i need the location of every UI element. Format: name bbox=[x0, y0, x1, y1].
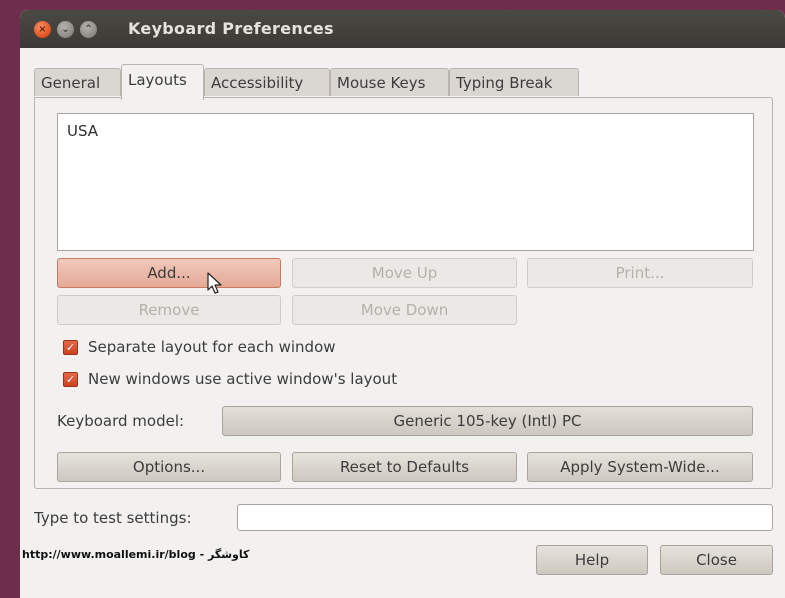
tab-accessibility[interactable]: Accessibility bbox=[204, 68, 330, 96]
layouts-panel: USA Add... Move Up Print... Remove Move … bbox=[34, 97, 773, 489]
mouse-pointer-icon bbox=[207, 272, 222, 294]
reset-to-defaults-button[interactable]: Reset to Defaults bbox=[292, 452, 517, 482]
separate-layout-option[interactable]: ✓ Separate layout for each window bbox=[63, 338, 336, 356]
add-button[interactable]: Add... bbox=[57, 258, 281, 288]
apply-system-wide-button[interactable]: Apply System-Wide... bbox=[527, 452, 753, 482]
tab-layouts[interactable]: Layouts bbox=[121, 64, 204, 100]
tab-mouse-keys[interactable]: Mouse Keys bbox=[330, 68, 449, 96]
help-button[interactable]: Help bbox=[536, 545, 648, 575]
remove-button[interactable]: Remove bbox=[57, 295, 281, 325]
keyboard-model-selector[interactable]: Generic 105-key (Intl) PC bbox=[222, 406, 753, 436]
test-settings-input[interactable] bbox=[237, 504, 773, 531]
minimize-window-button[interactable]: ⌄ bbox=[57, 21, 74, 38]
new-windows-layout-option[interactable]: ✓ New windows use active window's layout bbox=[63, 370, 397, 388]
maximize-window-button[interactable]: ⌃ bbox=[80, 21, 97, 38]
print-button[interactable]: Print... bbox=[527, 258, 753, 288]
separate-layout-label: Separate layout for each window bbox=[88, 338, 336, 356]
new-windows-layout-checkbox[interactable]: ✓ bbox=[63, 371, 78, 387]
window-title: Keyboard Preferences bbox=[128, 19, 334, 38]
keyboard-model-label: Keyboard model: bbox=[57, 412, 185, 430]
close-window-button[interactable]: × bbox=[34, 21, 51, 38]
watermark-text: http://www.moallemi.ir/blog - کاوشگر bbox=[22, 548, 250, 561]
close-button[interactable]: Close bbox=[660, 545, 773, 575]
options-button[interactable]: Options... bbox=[57, 452, 281, 482]
tab-typing-break[interactable]: Typing Break bbox=[449, 68, 579, 96]
test-settings-label: Type to test settings: bbox=[34, 509, 192, 527]
layouts-list[interactable]: USA bbox=[57, 113, 754, 251]
list-item[interactable]: USA bbox=[67, 122, 98, 140]
move-down-button[interactable]: Move Down bbox=[292, 295, 517, 325]
move-up-button[interactable]: Move Up bbox=[292, 258, 517, 288]
keyboard-preferences-window: × ⌄ ⌃ Keyboard Preferences General Layou… bbox=[20, 10, 785, 598]
separate-layout-checkbox[interactable]: ✓ bbox=[63, 339, 78, 355]
title-bar[interactable]: × ⌄ ⌃ Keyboard Preferences bbox=[20, 10, 785, 48]
new-windows-layout-label: New windows use active window's layout bbox=[88, 370, 398, 388]
tab-general[interactable]: General bbox=[34, 68, 121, 96]
